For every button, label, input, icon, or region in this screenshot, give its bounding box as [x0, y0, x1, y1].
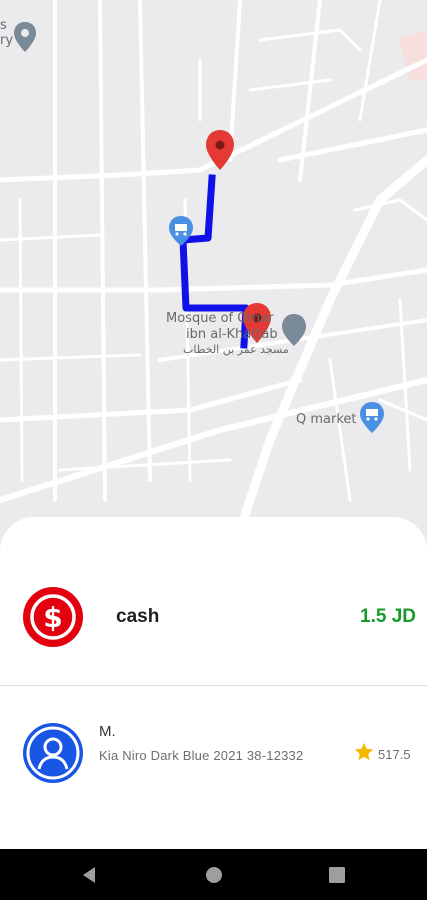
back-icon[interactable]: [79, 864, 101, 886]
divider: [0, 685, 427, 686]
home-icon[interactable]: [203, 864, 225, 886]
car-details: Kia Niro Dark Blue 2021 38-12332: [99, 748, 304, 763]
rating-value: 517.5: [378, 747, 411, 762]
market-label: Q market: [296, 412, 357, 427]
system-nav-bar: [0, 849, 427, 900]
mosque-label-arabic: مسجد عمر بن الخطاب: [183, 343, 289, 356]
map-label-partial-1: s: [0, 18, 7, 33]
mosque-label-line2: ibn al-Khattab: [186, 327, 278, 342]
svg-text:$: $: [43, 601, 62, 634]
payment-method-label: cash: [116, 606, 160, 627]
driver-rating: 517.5: [353, 741, 411, 768]
star-icon: [353, 741, 375, 768]
fare-amount: 1.5 JD: [360, 606, 416, 627]
trip-details-sheet: [0, 517, 427, 849]
map-label-partial-2: ry: [0, 33, 14, 48]
cash-icon: $: [23, 587, 83, 647]
recents-icon[interactable]: [326, 864, 348, 886]
driver-name: M.: [99, 723, 116, 740]
map-view[interactable]: s ry Mosque of Omar ibn al-Khattab مسجد …: [0, 0, 427, 560]
mosque-label-line1: Mosque of Omar: [166, 311, 274, 326]
driver-avatar-icon[interactable]: [23, 723, 83, 783]
